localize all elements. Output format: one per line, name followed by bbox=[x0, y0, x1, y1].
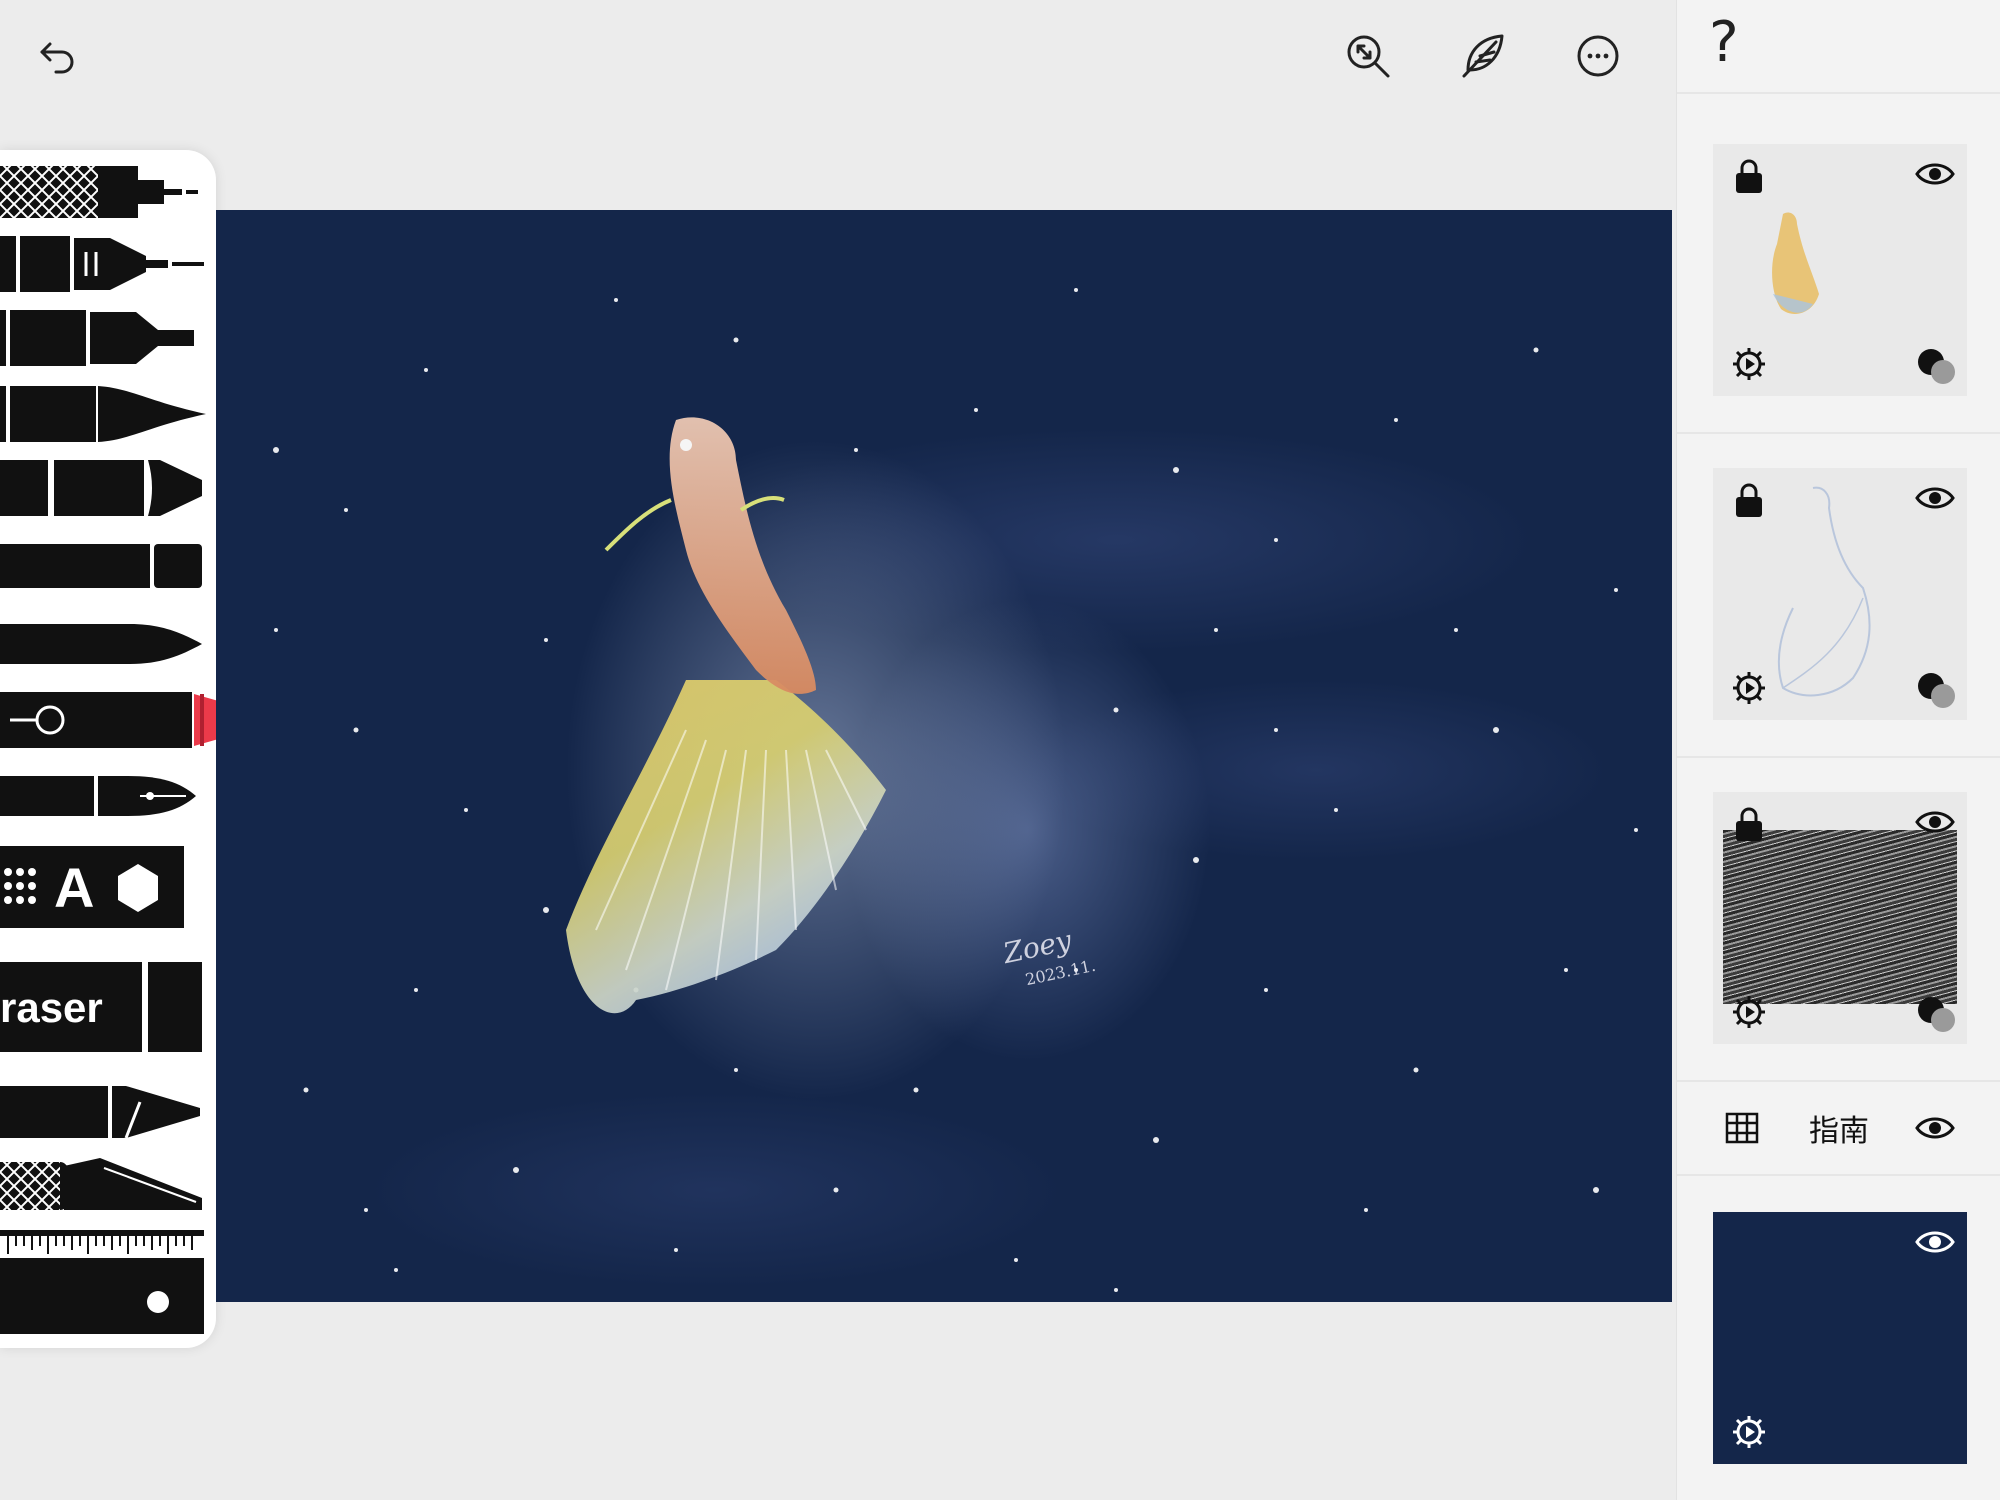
panel-divider bbox=[1677, 756, 2000, 758]
fish-eye bbox=[680, 439, 692, 451]
layer-settings-gear-icon[interactable] bbox=[1731, 346, 1767, 382]
brush-settings-button[interactable] bbox=[1450, 24, 1514, 88]
blend-mode-icon[interactable] bbox=[1915, 670, 1959, 710]
eraser-label: raser bbox=[0, 984, 103, 1031]
eye-icon[interactable] bbox=[1915, 158, 1955, 190]
layer-background[interactable] bbox=[1713, 1212, 1967, 1464]
blend-mode-icon[interactable] bbox=[1915, 346, 1959, 386]
cutter-icon bbox=[0, 1158, 202, 1210]
ruler-tool[interactable] bbox=[0, 1230, 216, 1334]
tool-tray: A raser bbox=[0, 150, 268, 1348]
feather-quill-icon bbox=[1462, 34, 1504, 78]
ruler-icon bbox=[0, 1230, 204, 1334]
brush-pen-tool[interactable] bbox=[0, 384, 216, 444]
undo-button[interactable] bbox=[26, 24, 90, 88]
eye-icon[interactable] bbox=[1915, 1226, 1955, 1258]
zoom-button[interactable] bbox=[1336, 24, 1400, 88]
panel-divider bbox=[1677, 92, 2000, 94]
marker-icon bbox=[0, 310, 194, 366]
layers-panel: ? 指南 bbox=[1676, 0, 2000, 1500]
layer-texture[interactable] bbox=[1713, 792, 1967, 1044]
zoom-fit-icon bbox=[1347, 35, 1390, 78]
panel-divider bbox=[1677, 1174, 2000, 1176]
guide-label: 指南 bbox=[1809, 1114, 1869, 1149]
cutter-tool[interactable] bbox=[0, 1158, 216, 1214]
technical-pen-tool[interactable] bbox=[0, 234, 216, 294]
lock-icon[interactable] bbox=[1733, 806, 1765, 842]
pencil-tool[interactable] bbox=[0, 1082, 216, 1142]
panel-divider bbox=[1677, 432, 2000, 434]
layer-settings-gear-icon[interactable] bbox=[1731, 994, 1767, 1030]
artwork bbox=[273, 288, 1638, 1292]
lock-icon[interactable] bbox=[1733, 482, 1765, 518]
top-toolbar bbox=[0, 0, 1676, 120]
layer-fish-color[interactable] bbox=[1713, 144, 1967, 396]
more-options-button[interactable] bbox=[1566, 24, 1630, 88]
eye-icon[interactable] bbox=[1915, 482, 1955, 514]
technical-pen-icon bbox=[0, 236, 204, 292]
felt-tip-tool[interactable] bbox=[0, 536, 216, 596]
brush-pen-icon bbox=[0, 386, 206, 442]
text-tool-letter: A bbox=[54, 856, 95, 919]
eraser-tool[interactable]: raser bbox=[0, 958, 216, 1056]
help-button[interactable]: ? bbox=[1709, 10, 1769, 80]
paintbrush-tool[interactable] bbox=[0, 614, 216, 674]
chisel-marker-tool[interactable] bbox=[0, 458, 216, 518]
fountain-pen-tool[interactable] bbox=[0, 766, 216, 826]
marker-tool[interactable] bbox=[0, 308, 216, 368]
eye-icon[interactable] bbox=[1915, 806, 1955, 838]
layer-settings-gear-icon[interactable] bbox=[1731, 1414, 1767, 1450]
fineliner-tool[interactable] bbox=[0, 162, 216, 222]
paintbrush-icon bbox=[0, 624, 202, 664]
drawing-canvas[interactable]: Zoey 2023.11. bbox=[216, 210, 1672, 1302]
chisel-marker-icon bbox=[0, 460, 202, 516]
grid-icon bbox=[1725, 1112, 1759, 1144]
text-shape-icon bbox=[0, 846, 184, 928]
layer-fish-line[interactable] bbox=[1713, 468, 1967, 720]
more-ellipsis-icon bbox=[1577, 35, 1619, 77]
pencil-icon bbox=[0, 1086, 200, 1139]
felt-tip-icon bbox=[0, 544, 202, 588]
undo-arrow-icon bbox=[40, 42, 74, 74]
text-shape-tool[interactable]: A bbox=[0, 846, 216, 928]
layer-thumbnail bbox=[1723, 830, 1957, 1004]
fineliner-icon bbox=[0, 166, 198, 218]
fountain-pen-icon bbox=[0, 776, 196, 816]
lock-icon[interactable] bbox=[1733, 158, 1765, 194]
guide-layer-row[interactable]: 指南 bbox=[1677, 1082, 2000, 1174]
eye-icon[interactable] bbox=[1915, 1112, 1955, 1144]
blend-mode-icon[interactable] bbox=[1915, 994, 1959, 1034]
selected-pen-tool[interactable] bbox=[0, 688, 268, 754]
layer-settings-gear-icon[interactable] bbox=[1731, 670, 1767, 706]
